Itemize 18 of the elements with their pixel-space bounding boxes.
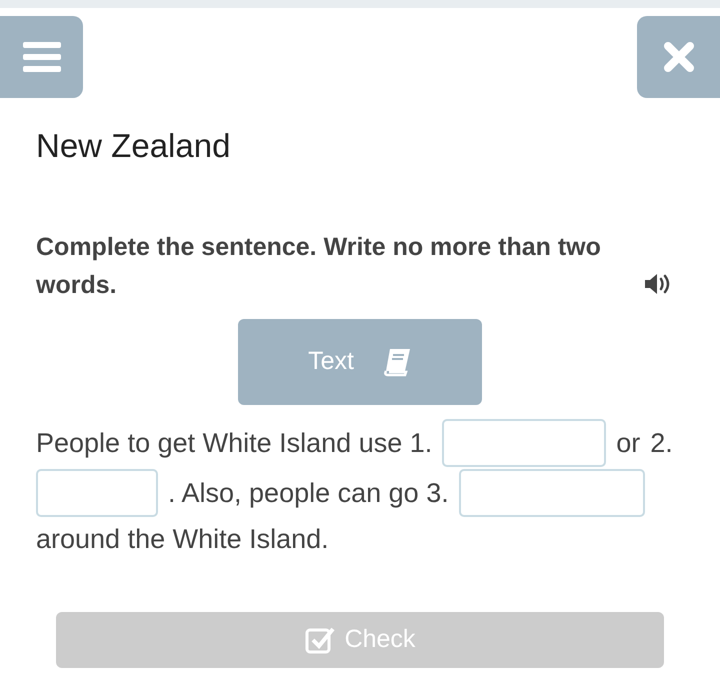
answer-field[interactable] [458,469,645,518]
sentence-text: or [616,426,640,460]
sentence-text: People to get White Island use 1. [36,426,432,460]
book-icon [382,347,412,378]
close-button[interactable] [637,16,720,98]
checkbox-icon [304,626,335,654]
close-icon [662,41,694,73]
text-button[interactable]: Text [238,319,482,406]
sentence-text: . Also, people can go 3. [168,476,449,510]
answer-field[interactable] [36,469,158,518]
sentence-text: around the White Island. [36,523,329,556]
sentence-text: 2. [650,426,673,460]
menu-button[interactable] [0,16,83,98]
page-title: New Zealand [36,126,232,166]
speaker-icon[interactable] [644,273,672,296]
answer-field[interactable] [442,419,606,468]
instruction-text: Complete the sentence. Write no more than two words. [36,232,602,302]
menu-icon [22,41,60,73]
